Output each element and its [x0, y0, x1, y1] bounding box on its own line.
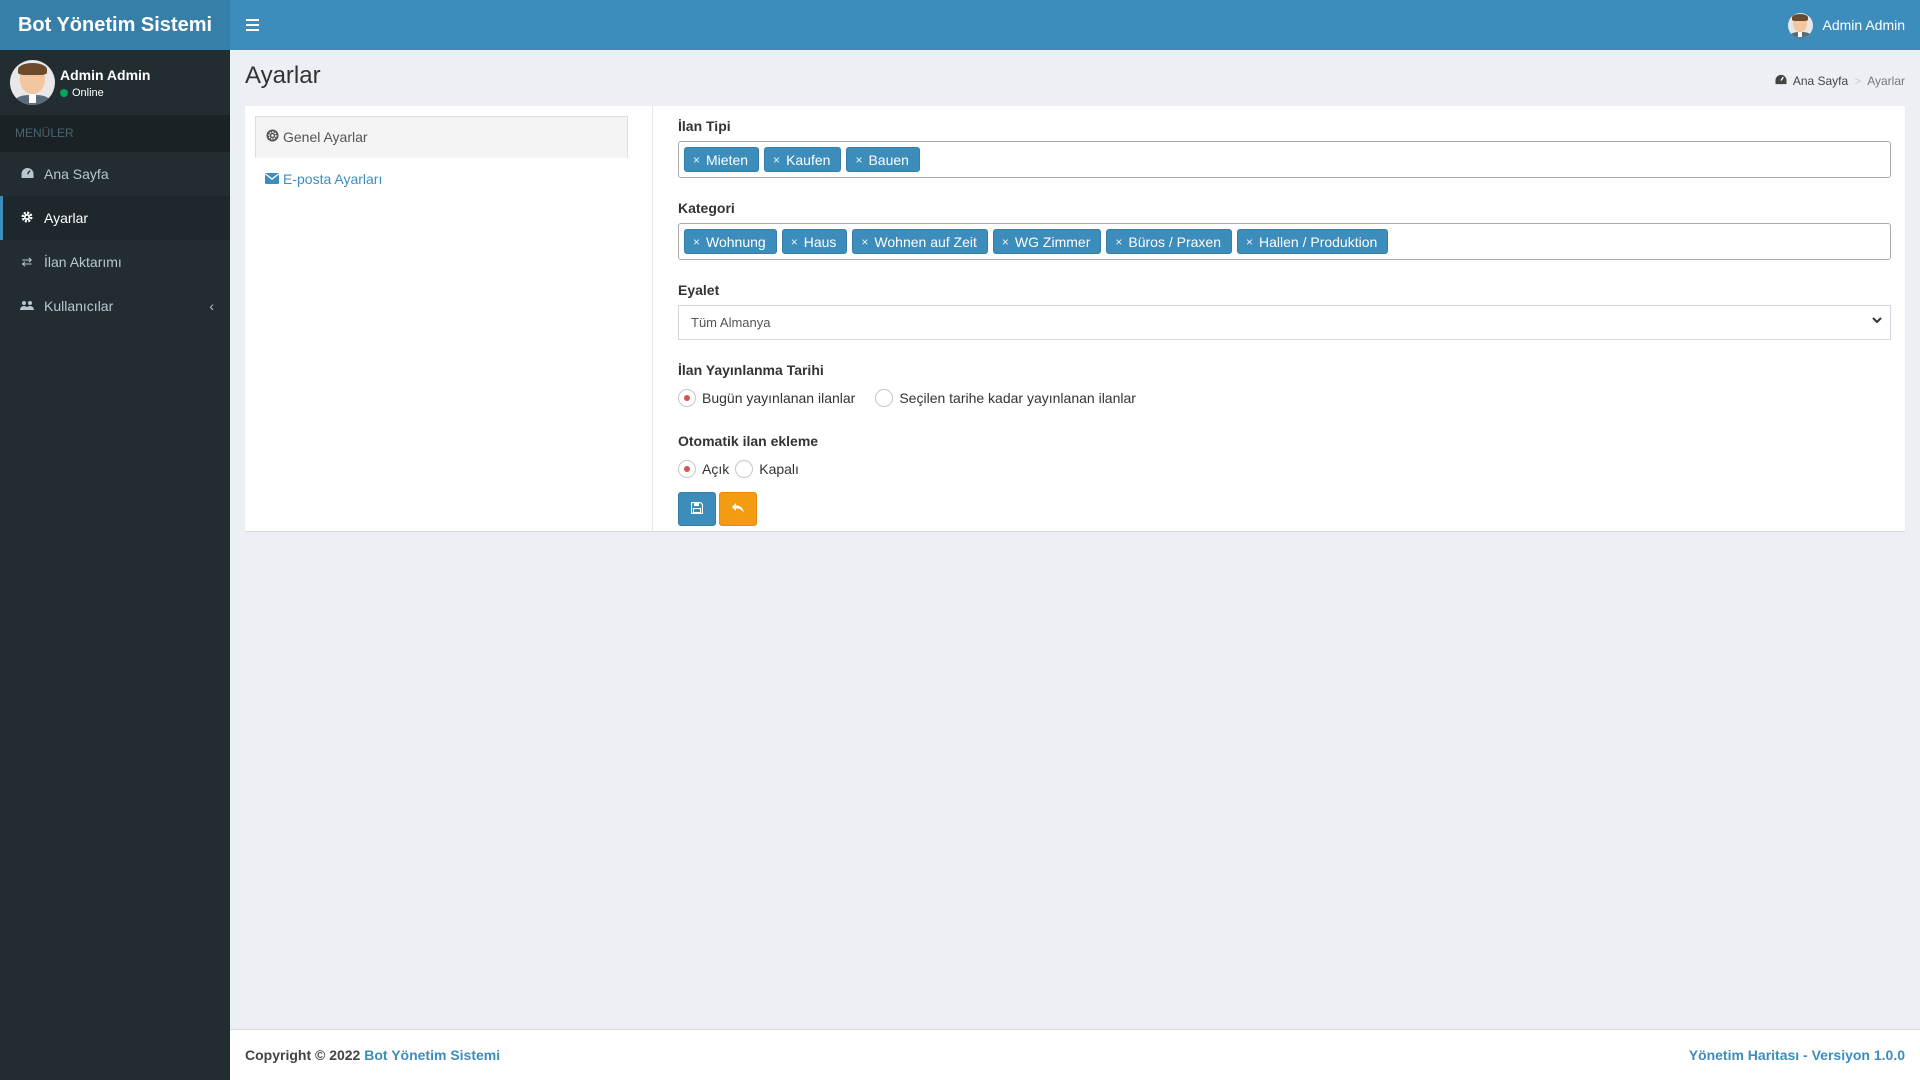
breadcrumb-current: Ayarlar [1867, 74, 1905, 88]
sidebar-toggle-icon[interactable] [230, 0, 274, 50]
user-panel: Admin Admin Online [0, 50, 230, 115]
breadcrumb-separator: > [1854, 74, 1862, 88]
dashboard-icon [20, 167, 34, 182]
state-select[interactable]: Tüm Almanya [678, 305, 1891, 340]
category-label: Kategori [678, 200, 735, 216]
online-dot-icon [60, 88, 68, 97]
tab-general-settings[interactable]: Genel Ayarlar [255, 116, 628, 158]
app-logo[interactable]: Bot Yönetim Sistemi [0, 0, 230, 50]
listing-type-label: İlan Tipi [678, 118, 731, 134]
listing-type-tag: × Mieten [684, 147, 760, 172]
sidebar-item-kullanicilar[interactable]: Kullanıcılar ‹ [0, 284, 230, 328]
user-menu[interactable]: Admin Admin [1787, 12, 1905, 38]
radio-until-date-label[interactable]: Seçilen tarihe kadar yayınlanan ilanlar [899, 390, 1136, 406]
remove-tag-icon[interactable]: × [855, 153, 862, 167]
back-button[interactable] [719, 492, 757, 526]
top-navbar: Admin Admin [230, 0, 1920, 50]
radio-on-label[interactable]: Açık [702, 461, 729, 477]
category-tag: × Haus [781, 229, 848, 254]
footer-brand-link[interactable]: Bot Yönetim Sistemi [364, 1047, 500, 1063]
sidebar-avatar [10, 60, 55, 105]
sidebar-item-ilan-aktarimi[interactable]: ⇄ İlan Aktarımı [0, 240, 230, 284]
settings-box: Genel Ayarlar E-posta Ayarları İlan Tipi… [245, 106, 1905, 531]
category-tag: × Wohnen auf Zeit [852, 229, 988, 254]
remove-tag-icon[interactable]: × [1246, 235, 1253, 249]
category-multiselect[interactable]: × Wohnung × Haus × Wohnen auf Zeit × WG Zimm… [678, 223, 1891, 260]
settings-form: İlan Tipi × Mieten × Kaufen × Bauen Kategor… [678, 116, 1891, 526]
user-avatar [1787, 12, 1813, 38]
settings-nav: Genel Ayarlar E-posta Ayarları [245, 106, 653, 531]
breadcrumb-home-link[interactable]: Ana Sayfa [1793, 74, 1848, 88]
chevron-down-icon [1872, 315, 1882, 327]
envelope-icon [265, 171, 279, 187]
users-icon [20, 299, 34, 314]
publish-date-options: Bugün yayınlanan ilanlar Seçilen tarihe … [678, 385, 1891, 411]
remove-tag-icon[interactable]: × [791, 235, 798, 249]
remove-tag-icon[interactable]: × [773, 153, 780, 167]
sidebar-item-label: İlan Aktarımı [44, 254, 122, 270]
copyright-text: Copyright © 2022 [245, 1047, 361, 1063]
sidebar-user-name: Admin Admin [60, 66, 151, 83]
reply-arrow-icon [731, 501, 745, 517]
listing-type-tag: × Bauen [846, 147, 920, 172]
settings-icon [266, 129, 279, 145]
state-select-value: Tüm Almanya [691, 315, 771, 330]
remove-tag-icon[interactable]: × [693, 235, 700, 249]
sidebar-item-label: Ana Sayfa [44, 166, 109, 182]
auto-add-options: Açık Kapalı [678, 456, 1891, 482]
sidebar: Admin Admin Online MENÜLER Ana Sayfa Aya… [0, 50, 230, 1080]
radio-off-label[interactable]: Kapalı [759, 461, 799, 477]
user-status: Online [60, 87, 150, 99]
user-menu-name: Admin Admin [1822, 17, 1905, 33]
sidebar-item-label: Kullanıcılar [44, 298, 114, 314]
radio-until-date[interactable] [875, 389, 894, 407]
category-tag: × Hallen / Produktion [1236, 229, 1389, 254]
publish-date-label: İlan Yayınlanma Tarihi [678, 362, 824, 378]
radio-today[interactable] [678, 389, 696, 407]
category-tag: × Büros / Praxen [1106, 229, 1232, 254]
remove-tag-icon[interactable]: × [1002, 235, 1009, 249]
remove-tag-icon[interactable]: × [1115, 235, 1122, 249]
tab-label: Genel Ayarlar [283, 129, 368, 145]
gear-icon [20, 211, 34, 226]
remove-tag-icon[interactable]: × [693, 153, 700, 167]
tab-email-settings[interactable]: E-posta Ayarları [255, 158, 628, 200]
chevron-left-icon: ‹ [209, 298, 214, 314]
auto-add-label: Otomatik ilan ekleme [678, 433, 819, 449]
radio-today-label[interactable]: Bugün yayınlanan ilanlar [702, 390, 855, 406]
menu-header: MENÜLER [0, 115, 230, 152]
category-tag: × WG Zimmer [992, 229, 1102, 254]
category-tag: × Wohnung [684, 229, 777, 254]
footer: Copyright © 2022 Bot Yönetim Sistemi Yön… [230, 1029, 1920, 1080]
dashboard-icon [1775, 74, 1787, 88]
sidebar-item-label: Ayarlar [44, 210, 89, 226]
sidebar-item-ana-sayfa[interactable]: Ana Sayfa [0, 152, 230, 196]
listing-type-tag: × Kaufen [764, 147, 842, 172]
listing-type-multiselect[interactable]: × Mieten × Kaufen × Bauen [678, 141, 1891, 178]
page-title: Ayarlar [245, 62, 321, 89]
tab-label: E-posta Ayarları [283, 171, 383, 187]
exchange-icon: ⇄ [21, 254, 33, 269]
radio-off[interactable] [735, 460, 754, 478]
state-label: Eyalet [678, 282, 720, 298]
floppy-disk-icon [690, 501, 704, 517]
save-button[interactable] [678, 492, 716, 526]
footer-version[interactable]: Yönetim Haritası - Versiyon 1.0.0 [1689, 1047, 1905, 1063]
breadcrumb: Ana Sayfa > Ayarlar [1775, 74, 1905, 88]
remove-tag-icon[interactable]: × [861, 235, 868, 249]
sidebar-item-ayarlar[interactable]: Ayarlar [0, 196, 230, 240]
radio-on[interactable] [678, 460, 696, 478]
form-actions [678, 492, 1891, 526]
